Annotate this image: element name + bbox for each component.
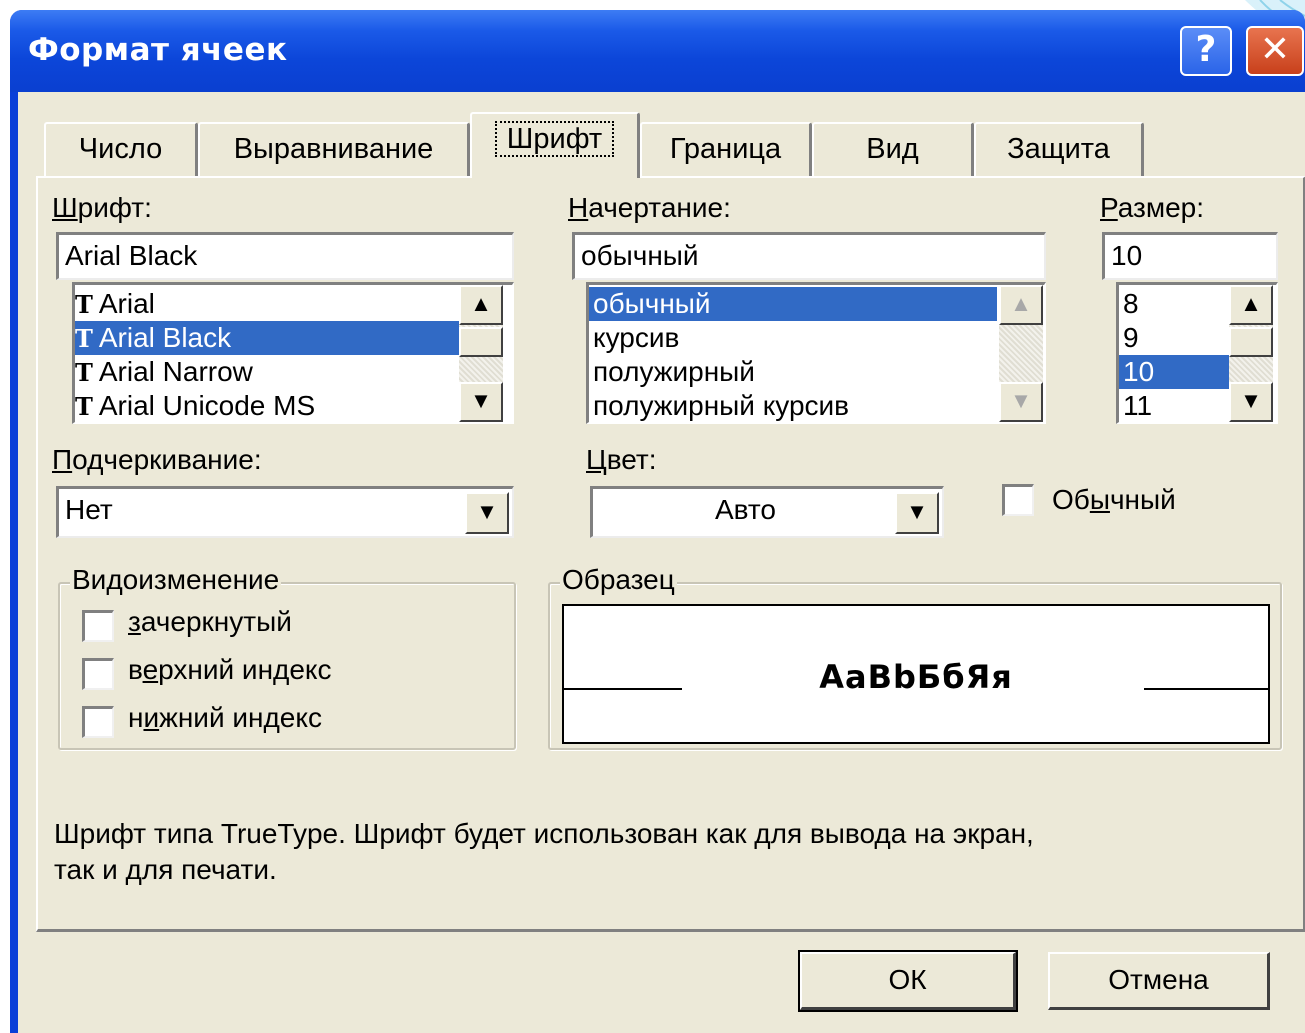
list-item[interactable]: полужирный курсив (589, 389, 997, 422)
scroll-down-button[interactable]: ▼ (1229, 382, 1273, 422)
arrow-down-icon: ▼ (470, 388, 492, 413)
font-name-input[interactable]: Arial Black (56, 232, 514, 280)
tab-border[interactable]: Граница (640, 122, 812, 176)
style-list[interactable]: обычный курсив полужирный полужирный кур… (586, 282, 1046, 424)
dropdown-button[interactable]: ▼ (465, 492, 509, 534)
cancel-button[interactable]: Отмена (1048, 952, 1270, 1010)
chevron-down-icon: ▼ (476, 499, 498, 524)
scroll-up-button[interactable]: ▲ (999, 285, 1043, 325)
scroll-down-button[interactable]: ▼ (459, 382, 503, 422)
scroll-up-button[interactable]: ▲ (1229, 285, 1273, 325)
list-item[interactable]: T Arial Unicode MS (75, 389, 459, 422)
superscript-checkbox[interactable] (82, 658, 114, 690)
font-description: Шрифт типа TrueType. Шрифт будет использ… (54, 818, 1034, 885)
subscript-label[interactable]: нижний индекс (128, 702, 322, 734)
normal-font-checkbox[interactable] (1002, 484, 1034, 516)
list-item[interactable]: T Arial Black (75, 321, 459, 355)
arrow-up-icon: ▲ (1010, 291, 1032, 316)
subscript-checkbox[interactable] (82, 706, 114, 738)
color-label: Цвет: (586, 444, 657, 475)
help-icon: ? (1195, 29, 1217, 70)
chevron-down-icon: ▼ (906, 499, 928, 524)
scroll-thumb[interactable] (1229, 327, 1273, 357)
list-item[interactable]: T Arial Narrow (75, 355, 459, 389)
truetype-icon: T (75, 324, 93, 353)
tab-font[interactable]: Шрифт (470, 112, 640, 178)
preview-box: АаВbБбЯя (562, 604, 1270, 744)
preview-sample-text: АаВbБбЯя (819, 658, 1013, 696)
format-cells-dialog: Формат ячеек ? ✕ Число Выравнивание Шриф… (10, 10, 1305, 1033)
dropdown-button[interactable]: ▼ (895, 492, 939, 534)
size-list[interactable]: 8 9 10 11 ▲ ▼ (1116, 282, 1278, 424)
list-item[interactable]: 10 (1119, 355, 1229, 389)
close-button[interactable]: ✕ (1246, 26, 1304, 76)
list-item[interactable]: 11 (1119, 389, 1229, 422)
scroll-down-button[interactable]: ▼ (999, 382, 1043, 422)
underline-value: Нет (65, 494, 113, 525)
dialog-title: Формат ячеек (28, 32, 288, 68)
style-input[interactable]: обычный (572, 232, 1046, 280)
list-item[interactable]: 8 (1119, 287, 1229, 321)
font-list-scrollbar[interactable]: ▲ ▼ (459, 285, 503, 422)
list-item[interactable]: курсив (589, 321, 997, 355)
color-value: Авто (714, 494, 777, 525)
list-item[interactable]: T Arial (75, 287, 459, 321)
list-item[interactable]: 9 (1119, 321, 1229, 355)
tab-protection[interactable]: Защита (974, 122, 1144, 176)
underline-select[interactable]: Нет ▼ (56, 486, 514, 538)
truetype-icon: T (75, 290, 93, 319)
effects-group-title: Видоизменение (70, 564, 282, 596)
list-item[interactable]: полужирный (589, 355, 997, 389)
scroll-up-button[interactable]: ▲ (459, 285, 503, 325)
arrow-down-icon: ▼ (1240, 388, 1262, 413)
font-list[interactable]: T Arial T Arial Black T Arial Narrow T Arial… (72, 282, 514, 424)
tab-alignment[interactable]: Выравнивание (198, 122, 470, 176)
strikethrough-checkbox[interactable] (82, 610, 114, 642)
title-bar[interactable]: Формат ячеек ? ✕ (10, 10, 1305, 92)
arrow-up-icon: ▲ (1240, 291, 1262, 316)
tab-number[interactable]: Число (44, 122, 198, 176)
style-list-scrollbar[interactable]: ▲ ▼ (999, 285, 1043, 422)
size-input[interactable]: 10 (1102, 232, 1278, 280)
list-item[interactable]: обычный (589, 287, 997, 321)
tab-view[interactable]: Вид (812, 122, 974, 176)
arrow-down-icon: ▼ (1010, 388, 1032, 413)
font-label: Шрифт: (52, 192, 152, 223)
ok-button[interactable]: ОК (798, 950, 1018, 1012)
truetype-icon: T (75, 358, 93, 387)
style-label: Начертание: (568, 192, 731, 223)
strikethrough-label[interactable]: зачеркнутый (128, 606, 292, 638)
normal-font-label[interactable]: Обычный (1052, 484, 1176, 516)
underline-label: Подчеркивание: (52, 444, 262, 475)
scroll-thumb[interactable] (459, 327, 503, 357)
preview-group-title: Образец (560, 564, 677, 596)
dialog-body: Число Выравнивание Шрифт Граница Вид Защ… (18, 92, 1305, 1033)
truetype-icon: T (75, 392, 93, 421)
size-label: Размер: (1100, 192, 1205, 223)
arrow-up-icon: ▲ (470, 291, 492, 316)
superscript-label[interactable]: верхний индекс (128, 654, 332, 686)
help-button[interactable]: ? (1180, 26, 1232, 76)
color-select[interactable]: Авто ▼ (590, 486, 944, 538)
close-icon: ✕ (1259, 29, 1291, 70)
size-list-scrollbar[interactable]: ▲ ▼ (1229, 285, 1273, 422)
